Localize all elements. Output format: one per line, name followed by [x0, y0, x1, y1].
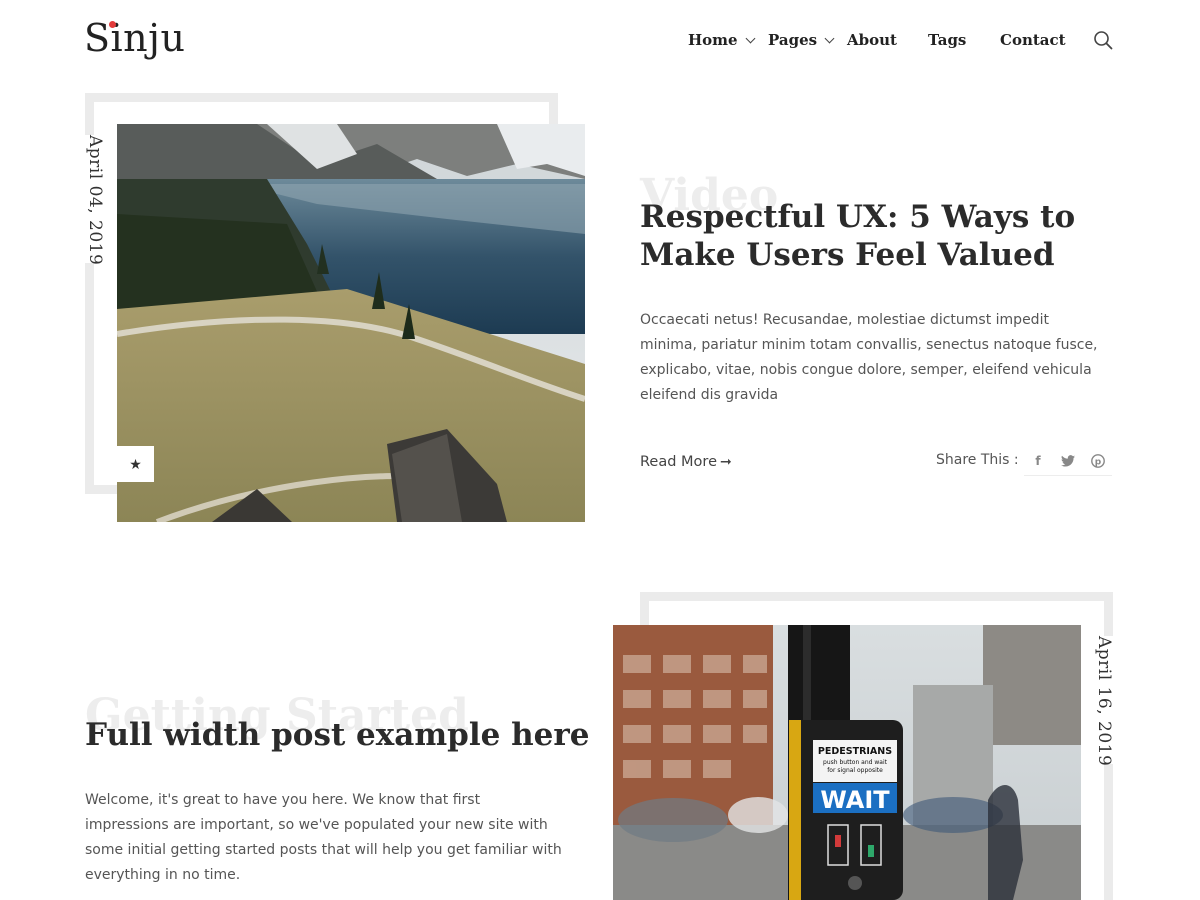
read-more-link[interactable]: Read More ➞: [640, 451, 732, 473]
svg-text:push button and wait: push button and wait: [823, 759, 888, 766]
twitter-icon[interactable]: [1060, 452, 1076, 470]
share-icons: f p: [1024, 450, 1112, 476]
main-nav: Home Pages About Tags Contact: [0, 28, 1200, 52]
post-1-title[interactable]: Respectful UX: 5 Ways to Make Users Feel…: [640, 198, 1120, 274]
chevron-down-icon: [824, 33, 835, 44]
svg-text:p: p: [1095, 458, 1102, 468]
facebook-icon[interactable]: f: [1030, 452, 1046, 470]
post-2-date: April 16, 2019: [1092, 636, 1118, 766]
post-1-excerpt: Occaecati netus! Recusandae, molestiae d…: [640, 312, 1098, 403]
svg-text:WAIT: WAIT: [820, 786, 890, 814]
arrow-right-icon: ➞: [720, 454, 732, 470]
logo-accent-dot: [109, 21, 116, 28]
nav-item-home[interactable]: Home: [688, 28, 756, 52]
svg-text:PEDESTRIANS: PEDESTRIANS: [818, 746, 892, 757]
pinterest-icon[interactable]: p: [1090, 452, 1106, 470]
post-1-image[interactable]: [117, 124, 585, 522]
post-1-date: April 04, 2019: [80, 135, 106, 265]
star-icon: ★: [117, 446, 154, 482]
nav-item-pages[interactable]: Pages: [768, 28, 835, 52]
nav-item-contact[interactable]: Contact: [1000, 28, 1066, 52]
svg-text:for signal opposite: for signal opposite: [827, 767, 883, 774]
post-2-image[interactable]: PEDESTRIANS push button and wait for sig…: [613, 625, 1081, 900]
chevron-down-icon: [745, 33, 756, 44]
post-2-excerpt: Welcome, it's great to have you here. We…: [85, 792, 562, 883]
nav-item-tags[interactable]: Tags: [928, 28, 966, 52]
search-icon[interactable]: [1093, 30, 1113, 50]
share-label: Share This :: [936, 452, 1019, 468]
post-2-title[interactable]: Full width post example here: [85, 716, 605, 754]
nav-item-about[interactable]: About: [847, 28, 897, 52]
